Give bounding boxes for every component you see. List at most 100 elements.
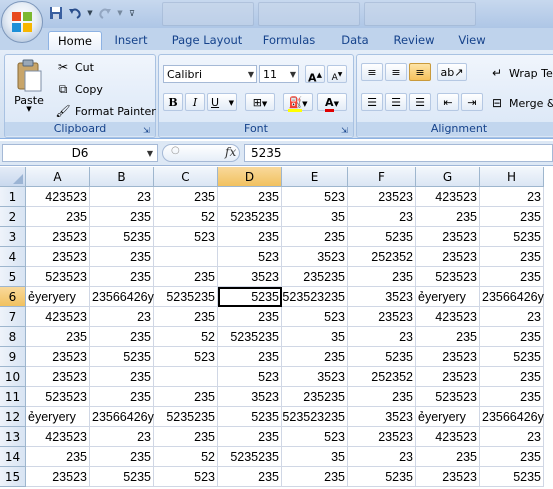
cell[interactable]: 235 — [90, 267, 154, 287]
cell[interactable]: 5235 — [348, 347, 416, 367]
cell[interactable]: 23 — [348, 447, 416, 467]
cell[interactable]: 23523 — [348, 427, 416, 447]
row-header-7[interactable]: 7 — [0, 307, 26, 327]
cell[interactable]: 235 — [26, 447, 90, 467]
undo-dropdown-icon[interactable]: ▼ — [86, 5, 94, 21]
row-header-12[interactable]: 12 — [0, 407, 26, 427]
cell[interactable]: 23 — [90, 307, 154, 327]
active-cell[interactable]: 5235 — [218, 287, 282, 307]
align-right-button[interactable]: ☰ — [409, 93, 431, 111]
cell[interactable]: 5235 — [348, 467, 416, 487]
column-header-c[interactable]: C — [154, 167, 218, 187]
cell[interactable]: 523 — [218, 367, 282, 387]
column-header-a[interactable]: A — [26, 167, 90, 187]
cell[interactable]: 235235 — [282, 387, 348, 407]
row-header-15[interactable]: 15 — [0, 467, 26, 487]
cell[interactable]: 23566426y — [480, 407, 544, 427]
cell[interactable]: 235 — [90, 447, 154, 467]
cell[interactable] — [154, 247, 218, 267]
cell[interactable]: 235 — [218, 347, 282, 367]
tab-view[interactable]: View — [450, 31, 494, 50]
column-header-b[interactable]: B — [90, 167, 154, 187]
row-header-3[interactable]: 3 — [0, 227, 26, 247]
cell[interactable]: 235 — [90, 327, 154, 347]
cell[interactable]: 52 — [154, 447, 218, 467]
cell[interactable]: 23523 — [26, 367, 90, 387]
cell[interactable]: 523523235 — [282, 407, 348, 427]
cell[interactable]: 423523 — [26, 427, 90, 447]
cell[interactable]: 35 — [282, 327, 348, 347]
cell[interactable]: 23 — [480, 427, 544, 447]
cell[interactable]: 23523 — [416, 227, 480, 247]
cell[interactable]: 235 — [480, 207, 544, 227]
cell[interactable]: 5235 — [218, 407, 282, 427]
cell[interactable]: 235 — [218, 467, 282, 487]
middle-align-button[interactable]: ≡ — [385, 63, 407, 81]
cell[interactable]: 23523 — [348, 307, 416, 327]
name-box[interactable]: D6 ▼ — [2, 144, 158, 162]
paste-button[interactable]: Paste ▼ — [11, 59, 47, 113]
column-header-h[interactable]: H — [480, 167, 544, 187]
cell[interactable]: 5235 — [348, 227, 416, 247]
cell[interactable]: 235 — [218, 227, 282, 247]
cell[interactable]: 235 — [90, 387, 154, 407]
drag-handle-icon[interactable]: ○ — [171, 145, 180, 156]
cell[interactable]: 5235 — [480, 347, 544, 367]
format-painter-button[interactable]: 🖌 Format Painter — [55, 103, 155, 119]
cell[interactable]: 5235 — [480, 467, 544, 487]
cell[interactable]: 5235 — [90, 227, 154, 247]
cell[interactable]: 235 — [480, 447, 544, 467]
column-header-d[interactable]: D — [218, 167, 282, 187]
cell[interactable]: 423523 — [416, 307, 480, 327]
cell[interactable]: 23523 — [348, 187, 416, 207]
orientation-button[interactable]: ab↗ — [437, 63, 467, 81]
increase-indent-button[interactable]: ⇥ — [461, 93, 483, 111]
tab-review[interactable]: Review — [388, 31, 440, 50]
row-header-11[interactable]: 11 — [0, 387, 26, 407]
cell[interactable]: 235 — [218, 307, 282, 327]
save-icon[interactable] — [48, 5, 64, 21]
cell[interactable]: 235 — [154, 267, 218, 287]
cell[interactable]: 5235235 — [218, 327, 282, 347]
row-header-14[interactable]: 14 — [0, 447, 26, 467]
cell[interactable]: 23523 — [416, 367, 480, 387]
cell[interactable]: 23523 — [416, 247, 480, 267]
cell[interactable]: 235 — [480, 367, 544, 387]
cell[interactable]: 3523 — [218, 267, 282, 287]
cell[interactable]: 523 — [154, 467, 218, 487]
cell[interactable]: 23523 — [26, 467, 90, 487]
cell[interactable]: 523523235 — [282, 287, 348, 307]
cell[interactable]: 235 — [26, 327, 90, 347]
row-header-10[interactable]: 10 — [0, 367, 26, 387]
cell[interactable]: 235 — [90, 367, 154, 387]
column-header-g[interactable]: G — [416, 167, 480, 187]
row-header-1[interactable]: 1 — [0, 187, 26, 207]
cell[interactable]: 235 — [480, 267, 544, 287]
cell[interactable]: 5235235 — [154, 407, 218, 427]
cell[interactable]: 235 — [218, 427, 282, 447]
cell[interactable]: 235 — [348, 267, 416, 287]
cell[interactable]: 523 — [154, 347, 218, 367]
cell[interactable]: 235 — [480, 387, 544, 407]
font-size-select[interactable]: 11 ▼ — [259, 65, 299, 83]
paste-dropdown-icon[interactable]: ▼ — [26, 105, 31, 113]
row-header-9[interactable]: 9 — [0, 347, 26, 367]
row-header-8[interactable]: 8 — [0, 327, 26, 347]
cell[interactable]: 235 — [154, 307, 218, 327]
cell[interactable]: 423523 — [416, 187, 480, 207]
cell[interactable]: 23 — [90, 187, 154, 207]
cell[interactable]: 23566426y — [90, 407, 154, 427]
row-header-2[interactable]: 2 — [0, 207, 26, 227]
cell[interactable]: 423523 — [416, 427, 480, 447]
cell[interactable]: ẻyeryery — [416, 287, 480, 307]
tab-page-layout[interactable]: Page Layout — [166, 31, 248, 50]
cell[interactable]: 23 — [348, 327, 416, 347]
cell[interactable]: 23523 — [416, 347, 480, 367]
cell[interactable]: 235 — [154, 387, 218, 407]
row-header-6[interactable]: 6 — [0, 287, 26, 307]
copy-button[interactable]: ⧉ Copy — [55, 81, 103, 97]
cell[interactable]: 235 — [90, 207, 154, 227]
cell[interactable]: 423523 — [26, 187, 90, 207]
cell[interactable]: 3523 — [282, 367, 348, 387]
tab-insert[interactable]: Insert — [106, 31, 156, 50]
